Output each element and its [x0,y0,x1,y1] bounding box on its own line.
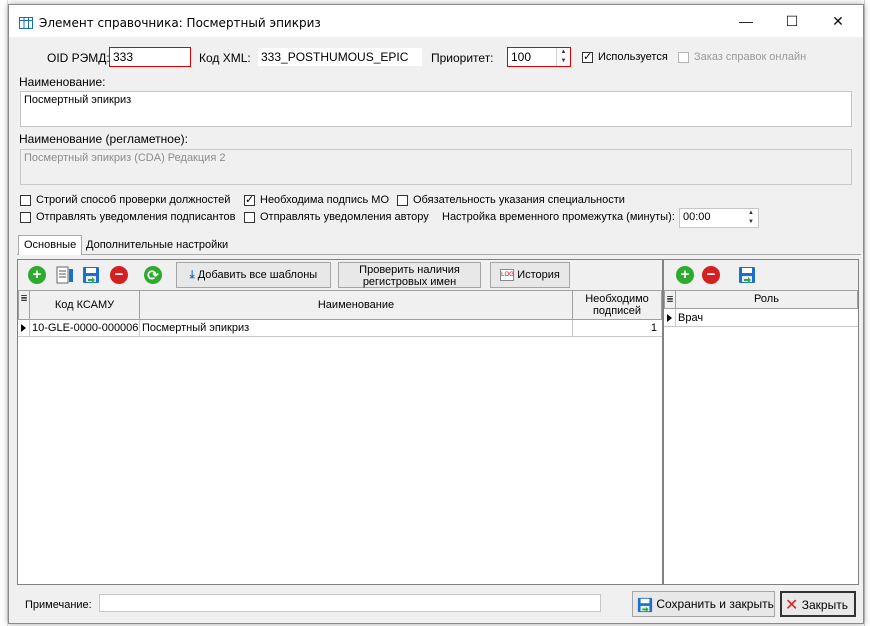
online-order-checkbox[interactable] [678,52,689,63]
column-required-signs-line2: подписей [592,305,642,317]
background-app-right [864,0,871,626]
spin-down-icon: ▼ [560,58,567,64]
row-pointer-icon [21,324,26,332]
table-row[interactable]: 10-GLE-0000-000006 Посмертный эпикриз 1 [18,320,662,337]
tab-main[interactable]: Основные [18,235,83,255]
strict-check-checkbox[interactable] [20,195,31,206]
note-input[interactable] [99,594,601,612]
specialty-required-label: Обязательность указания специальности [413,194,625,206]
save-icon[interactable] [82,266,100,284]
spin-up-icon: ▲ [748,210,754,216]
column-required-signs-line1: Необходимо [585,293,649,305]
close-window-button[interactable]: ✕ [815,5,861,37]
minimize-icon: — [739,13,753,29]
maximize-button[interactable]: ☐ [769,5,815,37]
name-label: Наименование: [19,75,106,89]
interval-label: Настройка временного промежутка (минуты)… [442,211,675,223]
add-icon[interactable]: + [28,266,46,284]
download-icon: ⤓ [189,269,195,281]
used-checkbox[interactable] [582,50,593,63]
add-role-icon[interactable]: + [676,266,694,284]
roles-panel: + − ≣ Роль Врач [663,259,859,585]
name-cell: Посмертный эпикриз [142,322,250,334]
spin-up-icon: ▲ [560,49,567,55]
ksamu-code-cell: 10-GLE-0000-000006 [32,322,139,334]
tab-additional-settings[interactable]: Дополнительные настройки [81,236,233,256]
name-textarea[interactable]: Посмертный эпикриз [20,91,852,127]
close-x-icon: ✕ [785,596,799,614]
save-close-icon [637,597,653,613]
maximize-icon: ☐ [785,13,799,29]
remove-role-icon[interactable]: − [702,266,720,284]
table-icon [19,17,33,32]
oid-label: OID РЭМД: [47,51,110,65]
row-pointer-icon [667,314,672,322]
online-order-label: Заказ справок онлайн [694,51,807,63]
window-title: Элемент справочника: Посмертный эпикриз [39,16,321,30]
notify-signers-checkbox[interactable] [20,212,31,223]
edit-list-icon[interactable] [56,266,74,284]
dictionary-element-window: Элемент справочника: Посмертный эпикриз … [8,4,864,624]
reg-name-label: Наименование (регламетное): [19,132,188,146]
check-registry-label-2: регистровых имен [362,276,457,288]
interval-stepper[interactable]: 00:00 ▲ ▼ [679,208,759,228]
check-registry-names-button[interactable]: Проверить наличия регистровых имен [338,262,481,288]
remove-icon[interactable]: − [110,266,128,284]
interval-spin[interactable]: ▲ ▼ [744,209,758,227]
role-cell: Врач [678,312,704,324]
roles-toolbar: + − [664,260,858,290]
log-icon: LOG [500,269,515,282]
column-ksamu-code[interactable]: Код КСАМУ [29,290,140,320]
notify-author-checkbox[interactable] [244,212,255,223]
column-required-signs[interactable]: Необходимо подписей [572,290,662,320]
save-and-close-button[interactable]: Сохранить и закрыть [632,591,775,617]
interval-value: 00:00 [683,211,711,223]
notify-author-label: Отправлять уведомления автору [260,211,429,223]
templates-panel: + − ⟳ ⤓ Добавить все шаблоны Проверить н… [17,259,663,585]
column-role[interactable]: Роль [675,290,858,309]
specialty-required-checkbox[interactable] [397,195,408,206]
sign-mo-checkbox[interactable] [244,193,255,206]
check-registry-label-1: Проверить наличия [359,264,460,276]
xml-code-input[interactable]: 333_POSTHUMOUS_EPIC [257,47,423,67]
used-label: Используется [598,51,668,63]
save-role-icon[interactable] [738,266,756,284]
table-row[interactable]: Врач [664,309,858,327]
signs-cell: 1 [650,322,657,334]
notify-signers-label: Отправлять уведомления подписантов [36,211,236,223]
priority-spin[interactable]: ▲ ▼ [556,48,570,66]
title-bar: Элемент справочника: Посмертный эпикриз … [9,5,863,37]
close-label: Закрыть [801,598,848,612]
add-all-templates-label: Добавить все шаблоны [197,269,318,281]
reg-name-textarea[interactable]: Посмертный эпикриз (CDA) Редакция 2 [20,149,852,185]
templates-toolbar: + − ⟳ ⤓ Добавить все шаблоны Проверить н… [18,260,662,290]
strict-check-label: Строгий способ проверки должностей [36,194,231,206]
history-button[interactable]: LOG История [490,262,570,288]
minimize-button[interactable]: — [723,5,769,37]
spin-down-icon: ▼ [748,219,754,225]
column-name[interactable]: Наименование [139,290,573,320]
background-app [0,0,8,626]
refresh-icon[interactable]: ⟳ [144,266,162,284]
priority-stepper[interactable]: 100 ▲ ▼ [507,47,571,67]
close-icon: ✕ [832,13,844,29]
close-button[interactable]: ✕ Закрыть [780,591,856,617]
priority-value: 100 [511,50,532,64]
history-label: История [517,269,560,281]
save-and-close-label: Сохранить и закрыть [656,597,774,611]
oid-input[interactable]: 333 [109,47,191,67]
priority-label: Приоритет: [431,51,494,65]
add-all-templates-button[interactable]: ⤓ Добавить все шаблоны [176,262,331,288]
xml-code-label: Код XML: [199,51,251,65]
note-label: Примечание: [25,599,92,611]
sign-mo-label: Необходима подпись МО [260,194,390,206]
